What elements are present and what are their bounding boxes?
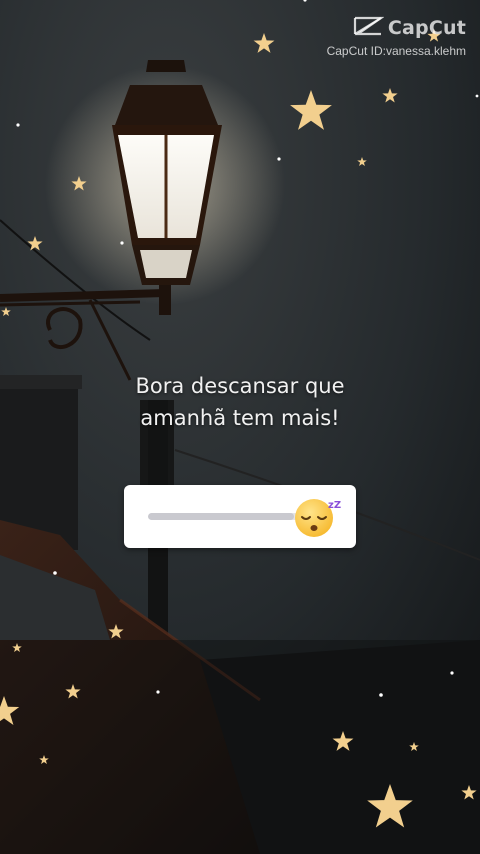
slider-fill <box>148 513 295 520</box>
capcut-watermark: CapCut CapCut ID:vanessa.klehm <box>327 14 466 58</box>
emoji-slider-sticker[interactable]: zZ <box>124 485 356 548</box>
watermark-logo: CapCut <box>327 14 466 42</box>
watermark-app-name: CapCut <box>387 17 466 39</box>
story-caption: Bora descansar que amanhã tem mais! <box>90 370 390 434</box>
sleeping-face-emoji-icon[interactable]: zZ <box>292 493 344 539</box>
caption-line-2: amanhã tem mais! <box>140 406 340 430</box>
caption-line-1: Bora descansar que <box>135 374 345 398</box>
sleep-letters: zZ <box>328 500 341 511</box>
watermark-id: CapCut ID:vanessa.klehm <box>326 44 466 58</box>
capcut-logo-icon <box>352 14 385 42</box>
